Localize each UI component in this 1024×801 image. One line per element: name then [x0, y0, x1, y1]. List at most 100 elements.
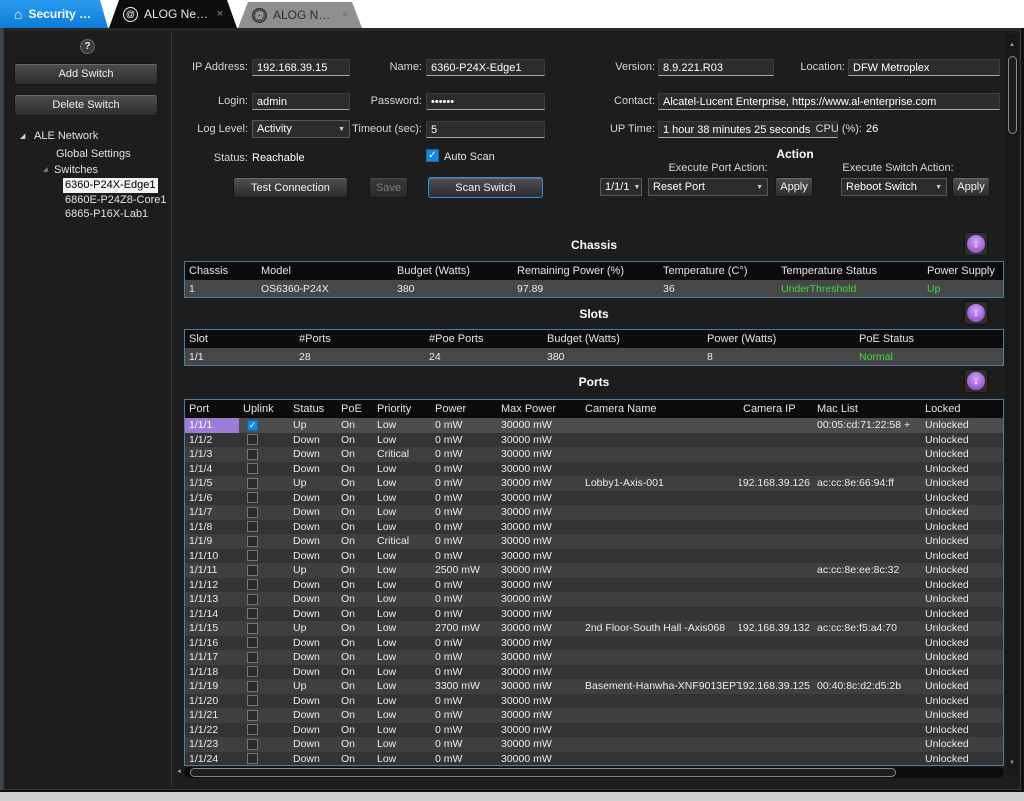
tree-item-ale-network[interactable]: ALE Network [34, 130, 98, 142]
export-slots-button[interactable]: ↓ [964, 301, 988, 325]
uplink-checkbox[interactable]: ✓ [247, 420, 258, 431]
uplink-checkbox[interactable] [247, 710, 258, 721]
table-row[interactable]: 1/128243808Normal [185, 348, 1003, 365]
uplink-checkbox[interactable] [247, 695, 258, 706]
uplink-checkbox[interactable] [247, 652, 258, 663]
timeout-field[interactable] [426, 121, 545, 138]
uplink-checkbox[interactable] [247, 521, 258, 532]
vertical-scrollbar[interactable] [1006, 34, 1019, 775]
chevron-down-icon: ▼ [752, 184, 763, 191]
port-select-dropdown[interactable]: 1/1/1 ▼ [600, 178, 642, 196]
uplink-checkbox[interactable] [247, 608, 258, 619]
table-row[interactable]: 1/1/22DownOnLow0 mW30000 mWUnlocked [185, 723, 1003, 738]
close-icon[interactable]: × [342, 9, 348, 21]
name-field[interactable] [426, 59, 545, 76]
tab-security-desk[interactable]: ⌂ Security Desk [0, 0, 108, 28]
uplink-checkbox[interactable] [247, 666, 258, 677]
switch-action-value: Reboot Switch [846, 181, 917, 193]
test-connection-button[interactable]: Test Connection [233, 177, 348, 198]
uplink-checkbox[interactable] [247, 579, 258, 590]
apply-port-action-button[interactable]: Apply [775, 177, 813, 197]
export-ports-button[interactable]: ↓ [964, 369, 988, 393]
help-icon[interactable]: ? [80, 39, 95, 54]
uplink-checkbox[interactable] [247, 536, 258, 547]
tree-item-switch[interactable]: 6860E-P24Z8-Core1 [63, 193, 169, 208]
scan-switch-button[interactable]: Scan Switch [428, 177, 543, 198]
tree-expander-icon[interactable]: ◢ [20, 132, 25, 140]
table-row[interactable]: 1/1/20DownOnLow0 mW30000 mWUnlocked [185, 694, 1003, 709]
table-row[interactable]: 1/1/24DownOnLow0 mW30000 mWUnlocked [185, 752, 1003, 767]
tree-item-global-settings[interactable]: Global Settings [56, 148, 131, 160]
uplink-checkbox[interactable] [247, 434, 258, 445]
column-header: Uplink [239, 400, 289, 418]
table-row[interactable]: 1/1/9DownOnCritical0 mW30000 mWUnlocked [185, 534, 1003, 549]
table-row[interactable]: 1/1/5UpOnLow0 mW30000 mWLobby1-Axis-0011… [185, 476, 1003, 491]
column-header: Budget (Watts) [393, 262, 513, 280]
apply-switch-action-button[interactable]: Apply [952, 177, 990, 197]
uplink-checkbox[interactable] [247, 681, 258, 692]
close-icon[interactable]: × [217, 8, 223, 20]
uplink-checkbox[interactable] [247, 637, 258, 648]
auto-scan-checkbox[interactable]: ✓ [426, 149, 439, 162]
tree-expander-icon[interactable]: ◢ [43, 166, 48, 173]
cell-priority: Low [373, 462, 431, 477]
cell-status: Down [289, 505, 337, 520]
uplink-checkbox[interactable] [247, 449, 258, 460]
cell-poe: On [337, 447, 373, 462]
table-row[interactable]: 1/1/6DownOnLow0 mW30000 mWUnlocked [185, 491, 1003, 506]
table-row[interactable]: 1/1/17DownOnLow0 mW30000 mWUnlocked [185, 650, 1003, 665]
table-row[interactable]: 1/1/15UpOnLow2700 mW30000 mW2nd Floor-So… [185, 621, 1003, 636]
cell-camera-name [581, 447, 739, 462]
table-row[interactable]: 1/1/2DownOnLow0 mW30000 mWUnlocked [185, 433, 1003, 448]
tab-alog-network-active[interactable]: @ ALOG Netw... × [109, 0, 237, 28]
table-row[interactable]: 1/1/13DownOnLow0 mW30000 mWUnlocked [185, 592, 1003, 607]
table-row[interactable]: 1/1/19UpOnLow3300 mW30000 mWBasement-Han… [185, 679, 1003, 694]
slots-table: Slot#Ports#Poe PortsBudget (Watts)Power … [184, 329, 1004, 366]
table-row[interactable]: 1/1/1✓UpOnLow0 mW30000 mW00:05:cd:71:22:… [185, 418, 1003, 433]
vertical-scrollbar-thumb[interactable] [1008, 56, 1017, 134]
port-action-value: Reset Port [653, 181, 705, 193]
scroll-up-icon[interactable]: ▲ [1009, 42, 1015, 48]
table-row[interactable]: 1/1/21DownOnLow0 mW30000 mWUnlocked [185, 708, 1003, 723]
cell-locked: Unlocked [921, 418, 1003, 433]
uplink-checkbox[interactable] [247, 463, 258, 474]
table-row[interactable]: 1/1/11UpOnLow2500 mW30000 mWac:cc:8e:ee:… [185, 563, 1003, 578]
uplink-checkbox[interactable] [247, 507, 258, 518]
table-row[interactable]: 1/1/18DownOnLow0 mW30000 mWUnlocked [185, 665, 1003, 680]
tab-alog-network-inactive[interactable]: @ ALOG Netw... × [238, 2, 362, 28]
table-row[interactable]: 1/1/12DownOnLow0 mW30000 mWUnlocked [185, 578, 1003, 593]
port-action-dropdown[interactable]: Reset Port ▼ [648, 178, 768, 196]
uplink-checkbox[interactable] [247, 623, 258, 634]
table-row[interactable]: 1/1/14DownOnLow0 mW30000 mWUnlocked [185, 607, 1003, 622]
cell-locked: Unlocked [921, 621, 1003, 636]
scroll-left-icon[interactable]: ◄ [176, 769, 182, 775]
table-row[interactable]: 1/1/16DownOnLow0 mW30000 mWUnlocked [185, 636, 1003, 651]
table-row[interactable]: 1OS6360-P24X38097.8936UnderThresholdUp [185, 280, 1003, 297]
table-row[interactable]: 1/1/23DownOnLow0 mW30000 mWUnlocked [185, 737, 1003, 752]
scroll-down-icon[interactable]: ▼ [1009, 760, 1015, 766]
tree-item-switches[interactable]: Switches [54, 164, 98, 176]
table-row[interactable]: 1/1/7DownOnLow0 mW30000 mWUnlocked [185, 505, 1003, 520]
contact-field[interactable] [658, 93, 1000, 110]
export-chassis-button[interactable]: ↓ [964, 232, 988, 256]
table-row[interactable]: 1/1/3DownOnCritical0 mW30000 mWUnlocked [185, 447, 1003, 462]
horizontal-scrollbar-thumb[interactable] [190, 768, 896, 777]
tree-item-switch[interactable]: 6865-P16X-Lab1 [63, 207, 150, 222]
table-row[interactable]: 1/1/10DownOnLow0 mW30000 mWUnlocked [185, 549, 1003, 564]
uplink-checkbox[interactable] [247, 492, 258, 503]
table-row[interactable]: 1/1/8DownOnLow0 mW30000 mWUnlocked [185, 520, 1003, 535]
uplink-checkbox[interactable] [247, 594, 258, 605]
uplink-checkbox[interactable] [247, 550, 258, 561]
password-field[interactable] [426, 93, 545, 110]
auto-scan-label: Auto Scan [444, 151, 495, 163]
uplink-checkbox[interactable] [247, 753, 258, 764]
table-row[interactable]: 1/1/4DownOnLow0 mW30000 mWUnlocked [185, 462, 1003, 477]
location-field[interactable] [848, 59, 1000, 76]
switch-action-dropdown[interactable]: Reboot Switch ▼ [841, 178, 947, 196]
uplink-checkbox[interactable] [247, 724, 258, 735]
uplink-checkbox[interactable] [247, 739, 258, 750]
uplink-checkbox[interactable] [247, 478, 258, 489]
tree-item-switch[interactable]: 6360-P24X-Edge1 [63, 178, 158, 193]
uplink-checkbox[interactable] [247, 565, 258, 576]
save-button[interactable]: Save [369, 177, 408, 198]
